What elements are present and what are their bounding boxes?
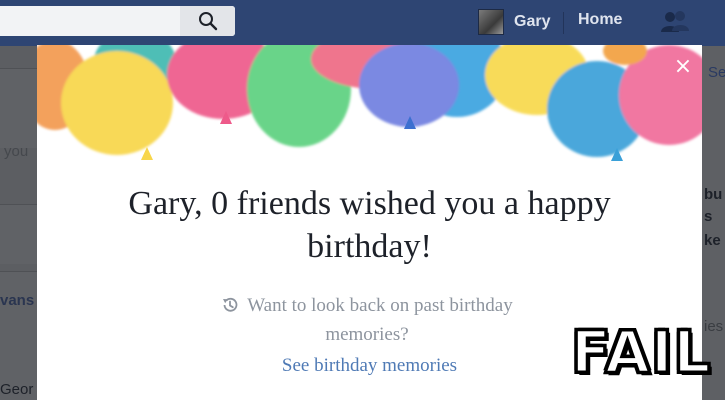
- history-clock-icon: [223, 297, 238, 312]
- left-column: you vans Geor: [0, 46, 37, 400]
- bg-fragment: s: [704, 208, 713, 225]
- friend-requests-icon[interactable]: [658, 10, 692, 39]
- bg-fragment: Geor: [0, 381, 34, 398]
- search-icon: [198, 12, 217, 31]
- home-link[interactable]: Home: [578, 11, 622, 29]
- top-navbar: Gary Home: [0, 0, 725, 46]
- search-button[interactable]: [180, 6, 235, 36]
- balloons-banner: [37, 45, 702, 161]
- memories-prompt: Want to look back on past birthday memor…: [187, 291, 547, 349]
- fail-stamp: FAIL: [569, 318, 712, 387]
- bg-fragment: you: [4, 143, 29, 160]
- bg-fragment: bu: [704, 186, 723, 203]
- bg-fragment: vans: [0, 292, 35, 309]
- feed-card: [0, 68, 37, 148]
- memories-prompt-text: Want to look back on past birthday memor…: [247, 295, 513, 345]
- bg-fragment: Se: [708, 64, 725, 81]
- feed-card: [0, 204, 37, 264]
- dialog-headline: Gary, 0 friends wished you a happy birth…: [128, 185, 611, 265]
- nav-divider: [563, 12, 564, 34]
- close-button[interactable]: ×: [671, 55, 695, 79]
- bg-fragment: ke: [704, 232, 721, 249]
- profile-link[interactable]: Gary: [478, 8, 550, 36]
- profile-name: Gary: [514, 13, 551, 30]
- avatar: [478, 9, 504, 35]
